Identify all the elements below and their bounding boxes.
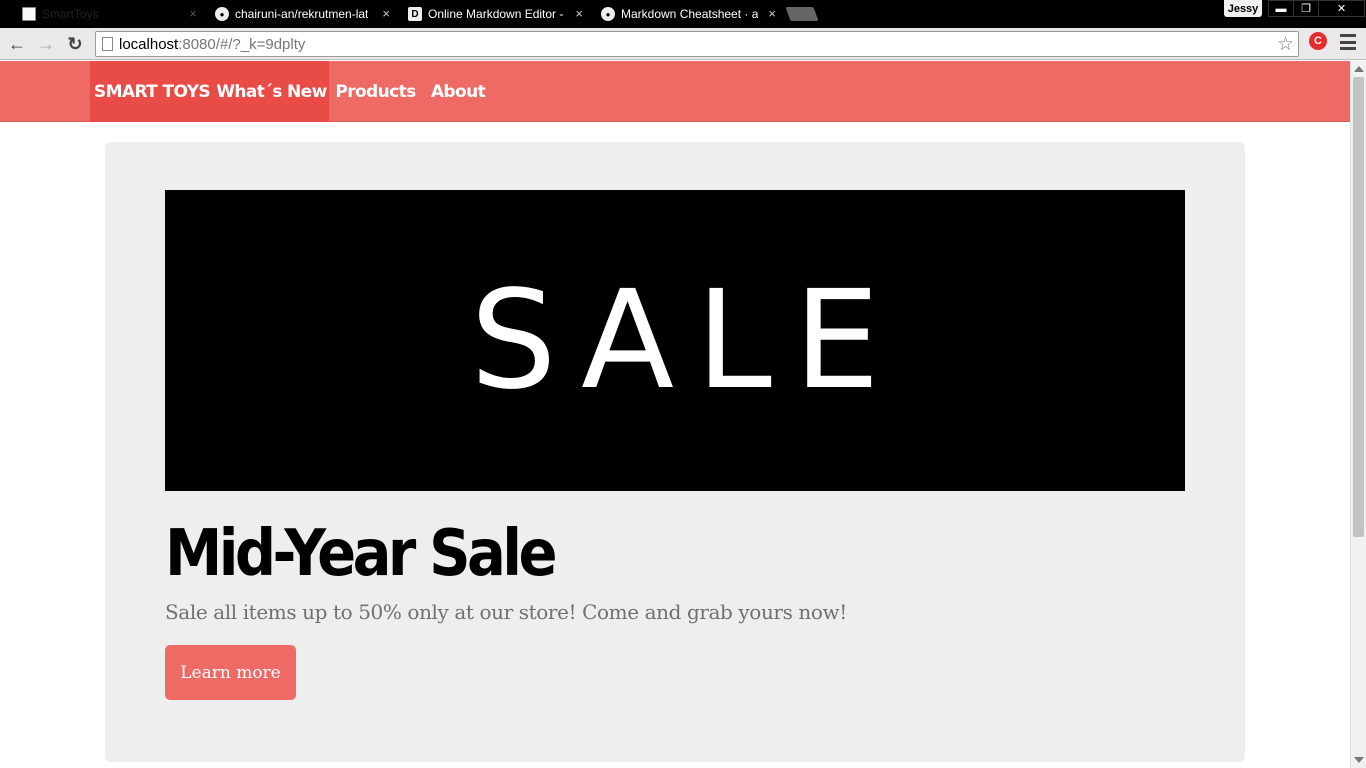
tab-title: Online Markdown Editor -	[428, 7, 564, 21]
learn-more-button[interactable]: Learn more	[165, 645, 296, 700]
restore-icon[interactable]: ❐	[1293, 0, 1319, 17]
hero-jumbotron: SALE Mid-Year Sale Sale all items up to …	[105, 142, 1245, 762]
profile-button[interactable]: Jessy	[1224, 0, 1262, 17]
browser-tab-strip: SmartToys × ● chairuni-an/rekrutmen-lat …	[0, 0, 1366, 28]
hero-lead-text: Sale all items up to 50% only at our sto…	[165, 600, 847, 624]
dillinger-icon: D	[408, 7, 422, 21]
nav-about[interactable]: About	[422, 61, 494, 122]
url-path: :8080/#/?_k=9dplty	[178, 35, 306, 53]
close-tab-icon[interactable]: ×	[768, 6, 776, 21]
scroll-up-arrow-icon[interactable]	[1354, 66, 1364, 72]
page-icon	[22, 7, 36, 21]
browser-tab-github[interactable]: ● chairuni-an/rekrutmen-lat ×	[203, 2, 398, 26]
browser-toolbar: ← → ↻ localhost:8080/#/?_k=9dplty ☆ C	[0, 28, 1366, 60]
scrollbar-thumb[interactable]	[1353, 77, 1364, 537]
brand-link[interactable]: SMART TOYS	[90, 61, 214, 122]
close-window-icon[interactable]: ✕	[1318, 0, 1365, 17]
reload-icon[interactable]: ↻	[63, 32, 87, 56]
sale-banner-text: SALE	[470, 261, 902, 420]
sale-banner-image: SALE	[165, 190, 1185, 491]
address-bar[interactable]: localhost:8080/#/?_k=9dplty ☆	[95, 31, 1299, 57]
nav-whats-new[interactable]: What´s New	[214, 61, 329, 122]
tab-title: chairuni-an/rekrutmen-lat	[235, 7, 369, 21]
bookmark-star-icon[interactable]: ☆	[1277, 33, 1294, 56]
browser-tab-markdown-editor[interactable]: D Online Markdown Editor - ×	[396, 2, 591, 26]
page-viewport: SMART TOYS What´s New Products About SAL…	[0, 61, 1350, 768]
extension-icon[interactable]: C	[1309, 32, 1327, 50]
close-tab-icon[interactable]: ×	[189, 6, 197, 21]
scroll-down-arrow-icon[interactable]	[1354, 757, 1364, 763]
page-scrollbar[interactable]	[1350, 61, 1366, 768]
site-navbar: SMART TOYS What´s New Products About	[0, 61, 1350, 122]
github-icon: ●	[215, 7, 229, 21]
close-tab-icon[interactable]: ×	[382, 6, 390, 21]
browser-tab-markdown-cheatsheet[interactable]: ● Markdown Cheatsheet · a ×	[589, 2, 784, 26]
url-host: localhost	[119, 35, 179, 53]
close-tab-icon[interactable]: ×	[575, 6, 583, 21]
github-icon: ●	[601, 7, 615, 21]
minimize-icon[interactable]: ▬	[1268, 0, 1294, 17]
nav-products[interactable]: Products	[329, 61, 422, 122]
page-icon	[102, 37, 113, 51]
forward-arrow-icon[interactable]: →	[34, 32, 58, 56]
tab-title: SmartToys	[42, 7, 99, 21]
new-tab-button[interactable]	[785, 7, 819, 21]
hero-headline: Mid-Year Sale	[165, 517, 558, 591]
browser-menu-icon[interactable]	[1340, 34, 1356, 50]
tab-title: Markdown Cheatsheet · a	[621, 7, 759, 21]
browser-tab-smarttoys[interactable]: SmartToys ×	[10, 2, 205, 26]
back-arrow-icon[interactable]: ←	[5, 32, 29, 56]
